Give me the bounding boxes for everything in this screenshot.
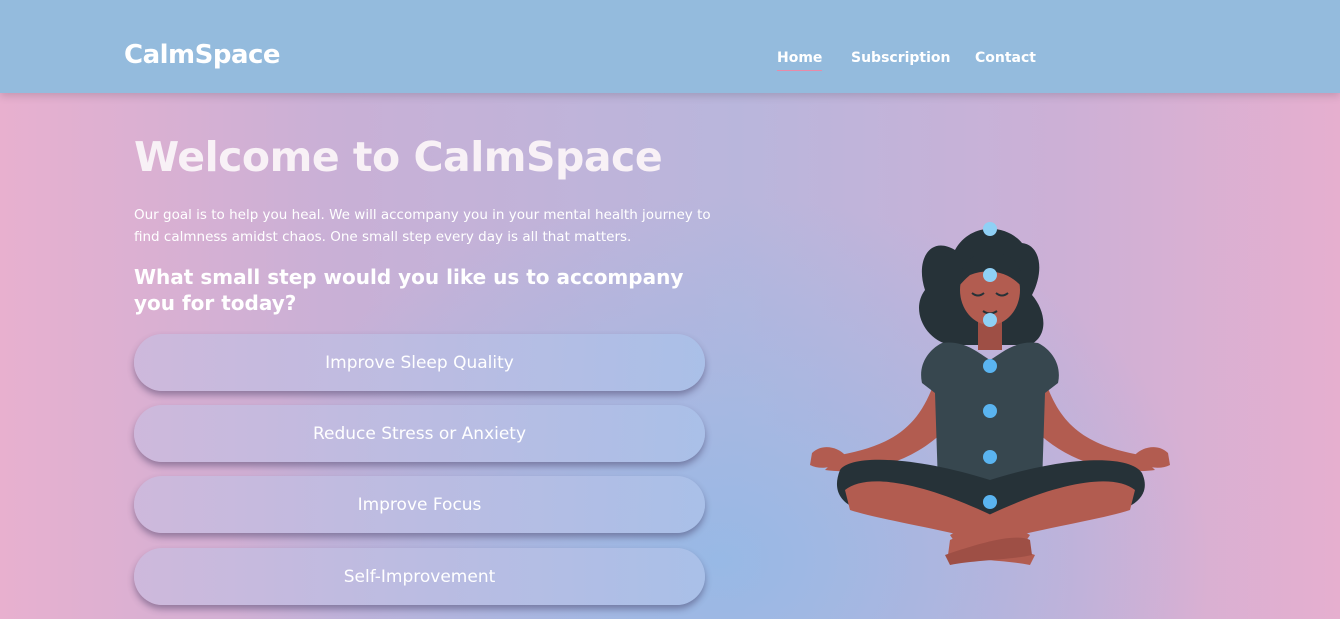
chakra-heart-dot	[983, 359, 997, 373]
chakra-crown-dot	[983, 222, 997, 236]
nav-contact[interactable]: Contact	[975, 50, 1036, 66]
option-improve-focus-button[interactable]: Improve Focus	[134, 476, 705, 533]
chakra-throat-dot	[983, 313, 997, 327]
chakra-third-eye-dot	[983, 268, 997, 282]
option-self-improvement-button[interactable]: Self-Improvement	[134, 548, 705, 605]
nav-subscription[interactable]: Subscription	[851, 50, 951, 66]
option-reduce-stress-button[interactable]: Reduce Stress or Anxiety	[134, 405, 705, 462]
hero-description: Our goal is to help you heal. We will ac…	[134, 207, 711, 245]
brand-logo[interactable]: CalmSpace	[124, 40, 281, 70]
nav-home[interactable]: Home	[777, 50, 823, 71]
chakra-root-dot	[983, 495, 997, 509]
navbar: CalmSpace Home Subscription Contact	[0, 0, 1340, 93]
chakra-solar-dot	[983, 404, 997, 418]
chakra-sacral-dot	[983, 450, 997, 464]
question-heading: What small step would you like us to acc…	[134, 265, 684, 315]
option-improve-sleep-button[interactable]: Improve Sleep Quality	[134, 334, 705, 391]
page-title: Welcome to CalmSpace	[134, 133, 663, 181]
meditating-woman-illustration	[810, 222, 1170, 565]
